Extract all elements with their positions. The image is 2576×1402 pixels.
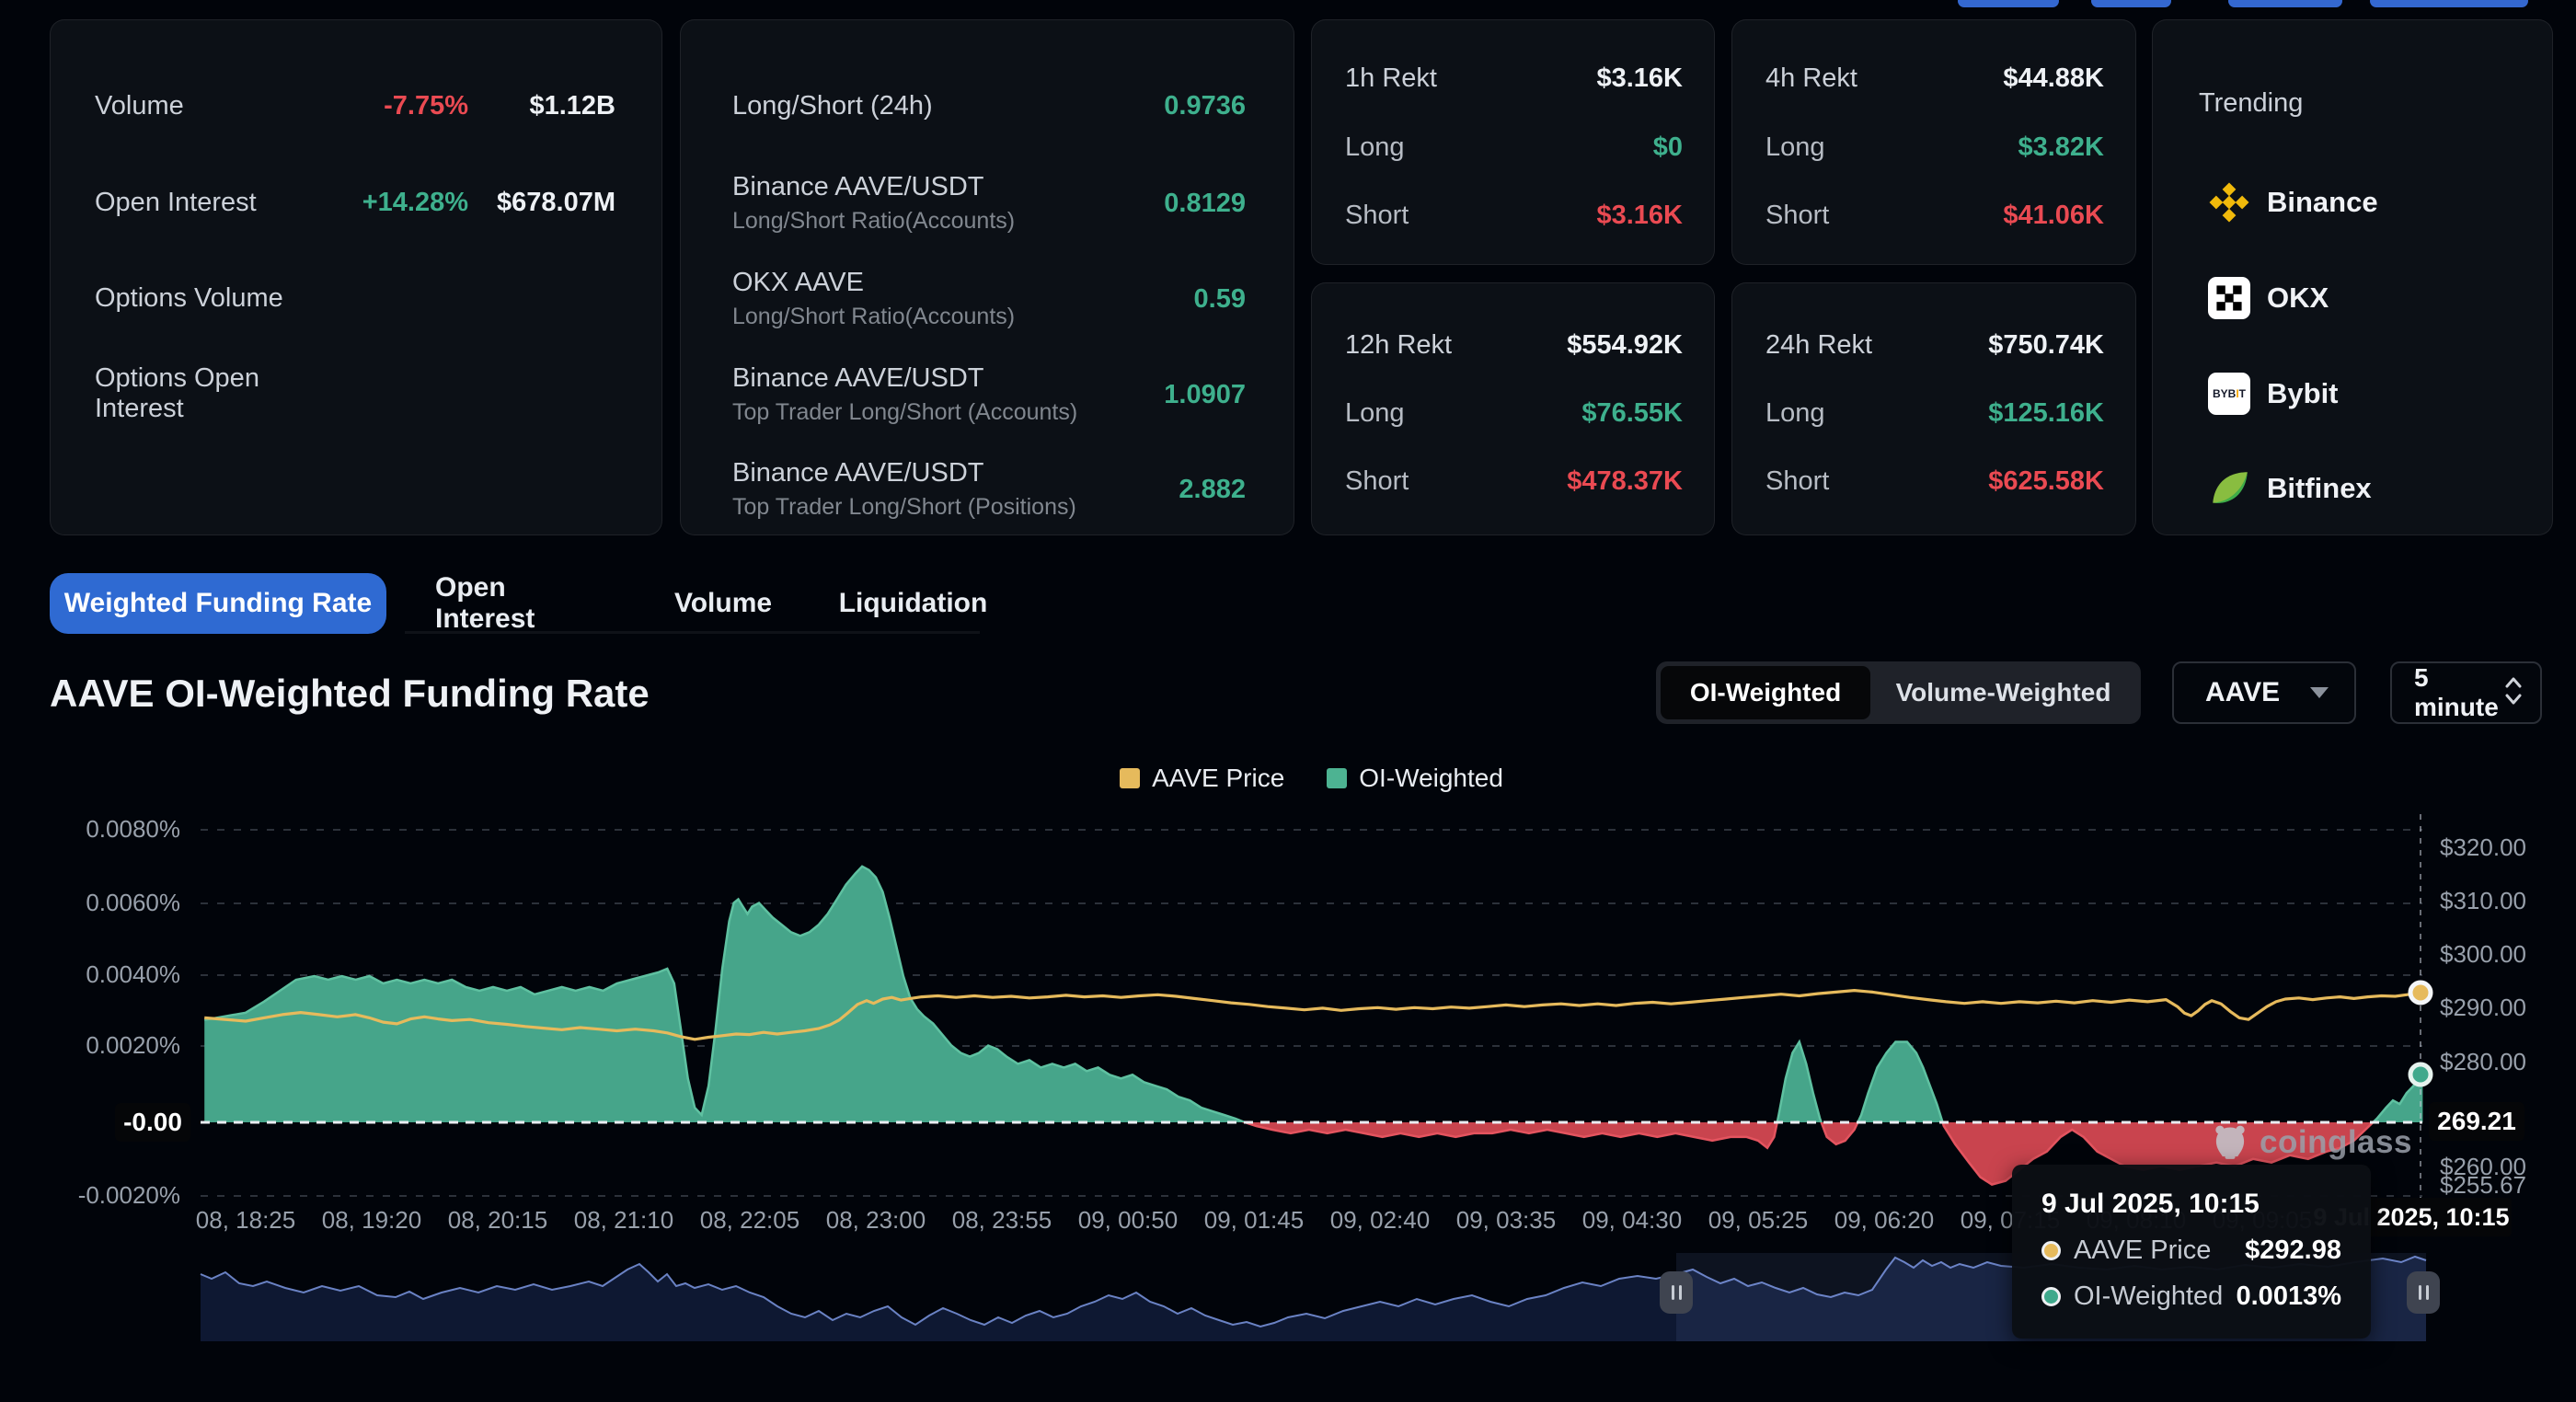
top-cropped-button-4[interactable] (2370, 0, 2528, 7)
top-cropped-button-3[interactable] (2228, 0, 2342, 7)
price-dot-icon (2041, 1241, 2061, 1260)
chart-tooltip: 9 Jul 2025, 10:15 AAVE Price $292.98 OI-… (2012, 1165, 2371, 1339)
coinglass-dashboard: Volume -7.75% $1.12B Open Interest +14.2… (0, 0, 2576, 1402)
top-cropped-button-2[interactable] (2091, 0, 2171, 7)
navigator-right-handle[interactable] (2407, 1271, 2440, 1314)
coinglass-watermark: coinglass (2210, 1122, 2412, 1163)
tooltip-time: 9 Jul 2025, 10:15 (2041, 1189, 2341, 1220)
coinglass-mascot-icon (2210, 1122, 2250, 1163)
top-cropped-button-1[interactable] (1958, 0, 2059, 7)
funding-dot-icon (2041, 1287, 2061, 1306)
y-axis-zero-tag: -0.00 (115, 1103, 190, 1142)
price-zero-line-tag: 269.21 (2429, 1102, 2524, 1141)
tooltip-row-price: AAVE Price $292.98 (2041, 1235, 2341, 1266)
navigator-left-handle[interactable] (1660, 1271, 1693, 1314)
tooltip-row-funding: OI-Weighted 0.0013% (2041, 1281, 2341, 1312)
